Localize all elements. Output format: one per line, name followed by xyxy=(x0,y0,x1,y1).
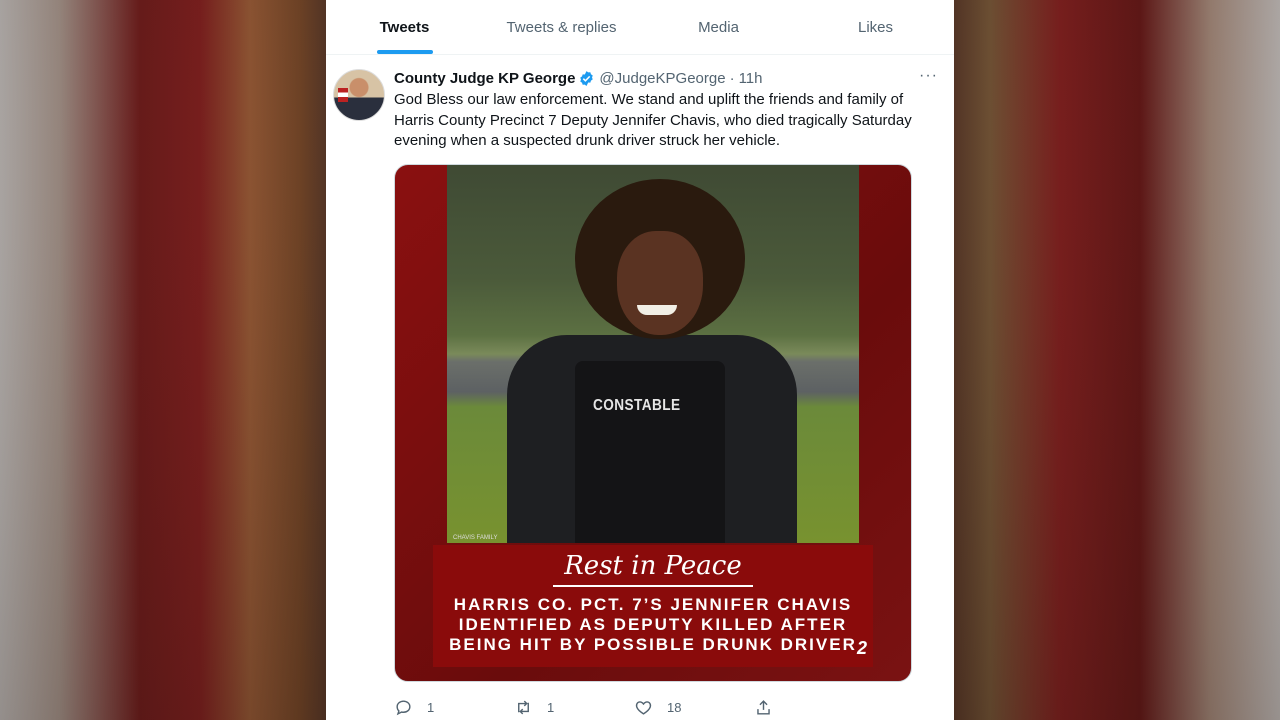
like-count: 18 xyxy=(667,700,682,715)
tweet-text: God Bless our law enforcement. We stand … xyxy=(394,91,912,149)
tab-label: Media xyxy=(698,18,739,36)
smile xyxy=(637,304,677,315)
banner-line: HARRIS CO. PCT. 7’S JENNIFER CHAVIS xyxy=(453,594,853,614)
twitter-profile-panel: Tweets Tweets & replies Media Likes Coun… xyxy=(326,0,954,720)
banner-line: BEING HIT BY POSSIBLE DRUNK DRIVER xyxy=(449,634,857,654)
reply-count: 1 xyxy=(427,700,435,715)
tab-likes[interactable]: Likes xyxy=(797,0,954,54)
like-icon xyxy=(635,701,652,715)
separator: · xyxy=(729,69,735,87)
station-logo: 2 xyxy=(856,637,867,658)
profile-tabs: Tweets Tweets & replies Media Likes xyxy=(326,0,954,55)
share-button[interactable] xyxy=(754,698,874,717)
vest-label: CONSTABLE xyxy=(593,396,681,414)
share-icon xyxy=(757,700,770,715)
author-handle[interactable]: @JudgeKPGeorge xyxy=(599,70,725,87)
tweet-image[interactable]: CONSTABLE CHAVIS FAMILY Rest in Peace HA… xyxy=(394,163,912,682)
tweet-actions: 1 1 18 xyxy=(394,696,874,720)
reply-button[interactable]: 1 xyxy=(394,698,514,717)
tweet[interactable]: County Judge KP George @JudgeKPGeorge · … xyxy=(326,55,954,720)
tab-media[interactable]: Media xyxy=(640,0,797,54)
retweet-icon xyxy=(518,700,529,715)
tab-tweets[interactable]: Tweets xyxy=(326,0,483,54)
banner-divider xyxy=(553,584,753,587)
tweet-timestamp[interactable]: 11h xyxy=(739,70,763,87)
tab-label: Likes xyxy=(857,18,894,36)
deputy-photo: CONSTABLE CHAVIS FAMILY xyxy=(447,164,859,543)
tab-tweets-and-replies[interactable]: Tweets & replies xyxy=(483,0,640,54)
tweet-header: County Judge KP George @JudgeKPGeorge · … xyxy=(394,67,938,89)
banner-line: IDENTIFIED AS DEPUTY KILLED AFTER xyxy=(458,614,848,634)
retweet-count: 1 xyxy=(547,700,555,715)
avatar[interactable] xyxy=(333,69,385,121)
active-tab-indicator xyxy=(376,50,433,54)
flag-icon xyxy=(338,88,348,102)
tactical-vest xyxy=(575,360,725,543)
photo-credit: CHAVIS FAMILY xyxy=(453,534,498,541)
verified-badge-icon xyxy=(580,70,594,86)
like-button[interactable]: 18 xyxy=(634,698,754,717)
banner-title: Rest in Peace xyxy=(564,550,742,581)
memorial-banner: Rest in Peace HARRIS CO. PCT. 7’S JENNIF… xyxy=(433,544,873,667)
retweet-button[interactable]: 1 xyxy=(514,698,634,717)
reply-icon xyxy=(396,700,411,716)
tab-label: Tweets xyxy=(379,18,430,36)
more-icon[interactable]: ··· xyxy=(919,67,938,85)
author-name[interactable]: County Judge KP George xyxy=(394,70,575,87)
face xyxy=(617,230,703,335)
tab-label: Tweets & replies xyxy=(506,18,617,36)
